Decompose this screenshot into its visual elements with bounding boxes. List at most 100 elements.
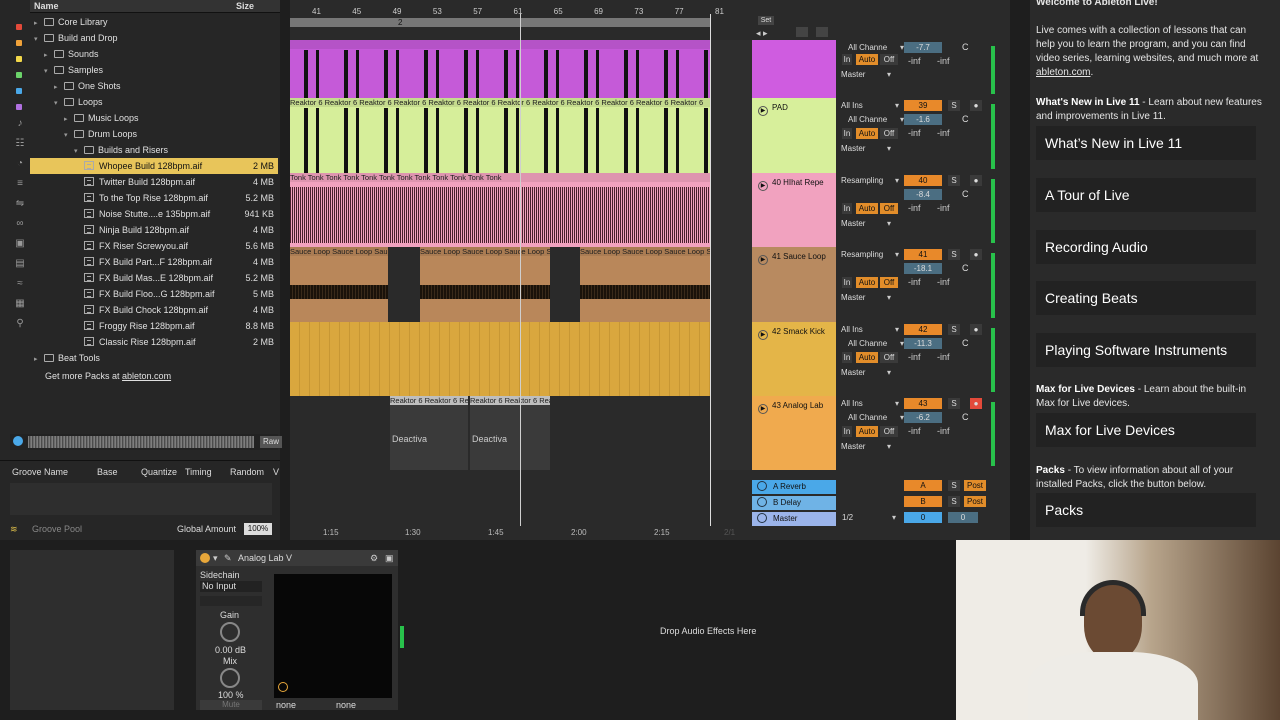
master-volume[interactable]: 0: [948, 512, 978, 523]
arrangement-track-lane[interactable]: Reaktor 6 Reaktor 6 Reaktor 6 Reaktor 6 …: [290, 98, 752, 173]
monitor-auto-button[interactable]: Auto: [856, 277, 878, 288]
clip[interactable]: [290, 322, 710, 396]
bar-ruler[interactable]: 41 45 49 53 57 61 65 69 73 77 81: [290, 0, 752, 18]
browser-file-item[interactable]: FX Build Part...F 128bpm.aif 4 MB: [30, 254, 278, 270]
monitor-in-button[interactable]: In: [842, 426, 852, 437]
browser-folder-item[interactable]: ▸ Core Library: [30, 14, 278, 30]
search-icon[interactable]: ⚲: [14, 318, 26, 330]
macro-select-1[interactable]: none: [276, 700, 330, 710]
track-header[interactable]: ▶ 40 HIhat Repe: [752, 173, 836, 247]
track-header[interactable]: ▶ 41 Sauce Loop: [752, 247, 836, 322]
samples-icon[interactable]: ≈: [14, 278, 26, 290]
lesson-creating-beats[interactable]: Creating Beats: [1036, 281, 1256, 315]
track-activator[interactable]: 43: [904, 398, 942, 409]
lesson-tour-of-live[interactable]: A Tour of Live: [1036, 178, 1256, 212]
monitor-in-button[interactable]: In: [842, 277, 852, 288]
volume-field[interactable]: -7.7: [904, 42, 942, 53]
track-play-icon[interactable]: ▶: [758, 255, 768, 265]
return-track-header[interactable]: A Reverb: [752, 480, 836, 494]
expand-icon[interactable]: [796, 27, 808, 37]
output-select[interactable]: Master: [841, 292, 891, 304]
monitor-auto-button[interactable]: Auto: [856, 352, 878, 363]
send-mode-button[interactable]: Post: [964, 480, 986, 491]
input-channel-select[interactable]: All Channe: [848, 338, 904, 350]
pan-field[interactable]: C: [962, 412, 972, 422]
solo-button[interactable]: S: [948, 398, 960, 409]
track-header[interactable]: [752, 40, 836, 98]
volume-field[interactable]: -1.6: [904, 114, 942, 125]
browser-folder-item[interactable]: ▾ Loops: [30, 94, 278, 110]
monitor-off-button[interactable]: Off: [880, 54, 898, 65]
browser-file-item[interactable]: Whopee Build 128bpm.aif 2 MB: [30, 158, 278, 174]
monitor-off-button[interactable]: Off: [880, 426, 898, 437]
track-name[interactable]: ▶ 40 HIhat Repe: [758, 178, 824, 191]
track-name[interactable]: ▶ 42 Smack Kick: [758, 327, 825, 340]
monitor-off-button[interactable]: Off: [880, 203, 898, 214]
arm-icon[interactable]: ●: [970, 100, 982, 111]
track-play-icon[interactable]: ▶: [758, 106, 768, 116]
input-type-select[interactable]: Resampling: [841, 175, 899, 187]
volume-field[interactable]: -18.1: [904, 263, 942, 274]
clip[interactable]: [290, 40, 710, 98]
size-column-header[interactable]: Size: [236, 1, 254, 11]
browser-file-item[interactable]: Classic Rise 128bpm.aif 2 MB: [30, 334, 278, 350]
preview-toggle-icon[interactable]: [13, 436, 23, 446]
instruments-icon[interactable]: ◔: [14, 158, 26, 170]
mix-knob[interactable]: [220, 668, 240, 688]
browser-file-item[interactable]: Noise Stutte....e 135bpm.aif 941 KB: [30, 206, 278, 222]
input-type-select[interactable]: All Ins: [841, 398, 899, 410]
track-header[interactable]: ▶ PAD: [752, 98, 836, 173]
monitor-auto-button[interactable]: Auto: [856, 203, 878, 214]
locator-marker[interactable]: 2: [398, 18, 402, 27]
monitor-auto-button[interactable]: Auto: [856, 54, 878, 65]
preview-strip[interactable]: Raw: [10, 434, 282, 450]
device-edit-icon[interactable]: ✎: [224, 553, 232, 564]
browser-file-item[interactable]: FX Riser Screwyou.aif 5.6 MB: [30, 238, 278, 254]
clip[interactable]: Reaktor 6 Reaktor 6 Reaktor 6 Reaktor 6 …: [290, 98, 710, 173]
pan-field[interactable]: C: [962, 114, 972, 124]
arm-icon[interactable]: ●: [970, 175, 982, 186]
monitor-auto-button[interactable]: Auto: [856, 128, 878, 139]
solo-button[interactable]: S: [948, 324, 960, 335]
gain-knob[interactable]: [220, 622, 240, 642]
output-select[interactable]: Master: [841, 367, 891, 379]
pan-field[interactable]: C: [962, 338, 972, 348]
arrangement-track-lane[interactable]: Reaktor 6 Reaktor 6 Reaktor 6 Reaktor 6 …: [290, 396, 752, 470]
browser-file-item[interactable]: Twitter Build 128bpm.aif 4 MB: [30, 174, 278, 190]
solo-button[interactable]: S: [948, 480, 960, 491]
audio-effects-icon[interactable]: ≡: [14, 178, 26, 190]
device-settings-icon[interactable]: ⚙: [370, 553, 378, 564]
solo-button[interactable]: S: [948, 175, 960, 186]
clip[interactable]: Sauce Loop Sauce Loop Sauce Loop Sauce L…: [420, 247, 550, 322]
color-tag-purple[interactable]: [16, 104, 22, 110]
device-power-icon[interactable]: [200, 553, 210, 563]
solo-button[interactable]: S: [948, 249, 960, 260]
more-packs-link[interactable]: ableton.com: [122, 371, 171, 381]
midi-effects-icon[interactable]: ⇋: [14, 198, 26, 210]
clip[interactable]: Reaktor 6 Reaktor 6 Reaktor 6 Reaktor 6 …: [470, 396, 550, 470]
output-select[interactable]: Master: [841, 218, 891, 230]
input-channel-select[interactable]: All Channe: [848, 42, 904, 54]
return-track-header[interactable]: B Delay: [752, 496, 836, 510]
sidechain-input-select[interactable]: No Input: [200, 581, 262, 592]
browser-folder-item[interactable]: ▾ Drum Loops: [30, 126, 278, 142]
track-play-icon[interactable]: ▶: [758, 181, 768, 191]
input-type-select[interactable]: Resampling: [841, 249, 899, 261]
return-track-header[interactable]: Master: [752, 512, 836, 526]
clips-icon[interactable]: ▤: [14, 258, 26, 270]
output-select[interactable]: Master: [841, 69, 891, 81]
browser-folder-item[interactable]: ▸ Beat Tools: [30, 350, 278, 366]
monitor-off-button[interactable]: Off: [880, 277, 898, 288]
disclosure-triangle-icon[interactable]: ▸: [34, 352, 44, 368]
track-activator[interactable]: 41: [904, 249, 942, 260]
lesson-recording-audio[interactable]: Recording Audio: [1036, 230, 1256, 264]
color-tag-green[interactable]: [16, 72, 22, 78]
monitor-auto-button[interactable]: Auto: [856, 426, 878, 437]
track-name[interactable]: ▶ PAD: [758, 103, 788, 116]
input-type-select[interactable]: All Ins: [841, 324, 899, 336]
monitor-off-button[interactable]: Off: [880, 352, 898, 363]
device-save-icon[interactable]: ▣: [385, 553, 394, 564]
arrangement-track-lane[interactable]: Sauce Loop Sauce Loop Sauce Loop Sauce L…: [290, 247, 752, 322]
lesson-whats-new[interactable]: What’s New in Live 11: [1036, 126, 1256, 160]
browser-folder-item[interactable]: ▸ Sounds: [30, 46, 278, 62]
